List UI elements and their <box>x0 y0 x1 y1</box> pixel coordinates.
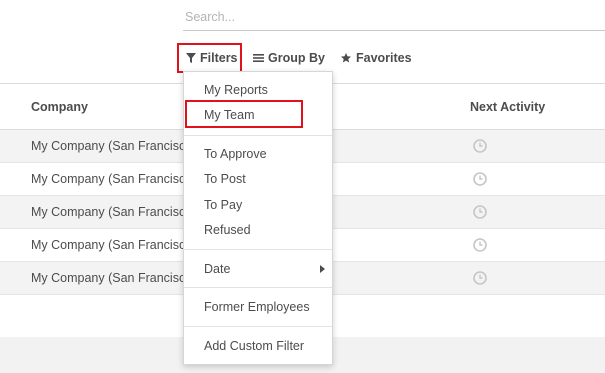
column-header-company[interactable]: Company <box>31 84 88 130</box>
clock-icon[interactable] <box>473 139 487 153</box>
search-options-toolbar: Filters Group By Favorites <box>0 43 605 73</box>
menu-separator <box>184 249 332 250</box>
company-cell: My Company (San Francisco) <box>31 205 197 219</box>
menu-separator <box>184 326 332 327</box>
menu-item-add-custom-filter[interactable]: Add Custom Filter <box>184 334 332 358</box>
menu-separator <box>184 287 332 288</box>
clock-icon[interactable] <box>473 172 487 186</box>
filters-label: Filters <box>200 51 238 65</box>
company-cell: My Company (San Francisco) <box>31 172 197 186</box>
menu-item-former-employees[interactable]: Former Employees <box>184 295 332 319</box>
caret-right-icon <box>320 265 325 273</box>
group-by-label: Group By <box>268 51 325 65</box>
search-input[interactable] <box>183 4 605 30</box>
filters-dropdown-menu: My Reports My Team To Approve To Post To… <box>183 71 333 365</box>
menu-item-date[interactable]: Date <box>184 257 332 281</box>
filters-button[interactable]: Filters <box>177 43 242 73</box>
clock-icon[interactable] <box>473 205 487 219</box>
menu-item-my-reports[interactable]: My Reports <box>184 78 332 102</box>
star-icon <box>341 53 351 63</box>
menu-item-to-pay[interactable]: To Pay <box>184 193 332 217</box>
menu-item-to-post[interactable]: To Post <box>184 167 332 191</box>
menu-item-my-team[interactable]: My Team <box>184 103 332 127</box>
menu-item-refused[interactable]: Refused <box>184 218 332 242</box>
group-by-button[interactable]: Group By <box>253 43 333 73</box>
clock-icon[interactable] <box>473 238 487 252</box>
favorites-button[interactable]: Favorites <box>340 43 420 73</box>
menu-separator <box>184 135 332 136</box>
company-cell: My Company (San Francisco) <box>31 271 197 285</box>
column-header-next-activity[interactable]: Next Activity <box>470 84 545 130</box>
company-cell: My Company (San Francisco) <box>31 238 197 252</box>
company-cell: My Company (San Francisco) <box>31 139 197 153</box>
search-bar <box>183 4 605 31</box>
menu-item-date-label: Date <box>204 262 231 276</box>
list-icon <box>253 54 264 62</box>
menu-item-to-approve[interactable]: To Approve <box>184 142 332 166</box>
favorites-label: Favorites <box>356 51 412 65</box>
clock-icon[interactable] <box>473 271 487 285</box>
filter-icon <box>186 53 196 63</box>
